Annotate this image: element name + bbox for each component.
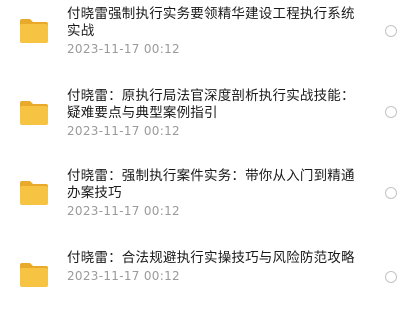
list-item[interactable]: 付晓雷：原执行局法官深度剖析执行实战技能：疑难要点与典型案例指引 2023-11… [0, 82, 412, 160]
file-title: 付晓雷：原执行局法官深度剖析执行实战技能：疑难要点与典型案例指引 [67, 88, 355, 121]
file-info: 付晓雷：合法规避执行实操技巧与风险防范攻略 2023-11-17 00:12 [67, 250, 367, 284]
list-item[interactable]: 付晓雷：合法规避执行实操技巧与风险防范攻略 2023-11-17 00:12 [0, 244, 412, 322]
select-radio[interactable] [385, 25, 397, 37]
select-radio[interactable] [385, 187, 397, 199]
file-date: 2023-11-17 00:12 [67, 204, 180, 218]
folder-icon [20, 181, 48, 205]
file-info: 付晓雷：强制执行案件实务：带你从入门到精通办案技巧 2023-11-17 00:… [67, 168, 367, 219]
file-title: 付晓雷：合法规避执行实操技巧与风险防范攻略 [67, 250, 355, 266]
file-info: 付晓雷：原执行局法官深度剖析执行实战技能：疑难要点与典型案例指引 2023-11… [67, 88, 367, 139]
select-radio[interactable] [385, 271, 397, 283]
file-title: 付晓雷：强制执行案件实务：带你从入门到精通办案技巧 [67, 168, 355, 201]
select-radio[interactable] [385, 106, 397, 118]
file-list: 付晓雷强制执行实务要领精华建设工程执行系统实战 2023-11-17 00:12… [0, 0, 412, 310]
folder-icon [20, 101, 48, 125]
file-date: 2023-11-17 00:12 [67, 124, 180, 138]
file-date: 2023-11-17 00:12 [67, 42, 180, 56]
file-title: 付晓雷强制执行实务要领精华建设工程执行系统实战 [67, 6, 355, 39]
list-item[interactable]: 付晓雷：强制执行案件实务：带你从入门到精通办案技巧 2023-11-17 00:… [0, 162, 412, 240]
file-info: 付晓雷强制执行实务要领精华建设工程执行系统实战 2023-11-17 00:12 [67, 6, 367, 57]
folder-icon [20, 263, 48, 287]
list-item[interactable]: 付晓雷强制执行实务要领精华建设工程执行系统实战 2023-11-17 00:12 [0, 0, 412, 78]
file-date: 2023-11-17 00:12 [67, 269, 180, 283]
folder-icon [20, 19, 48, 43]
